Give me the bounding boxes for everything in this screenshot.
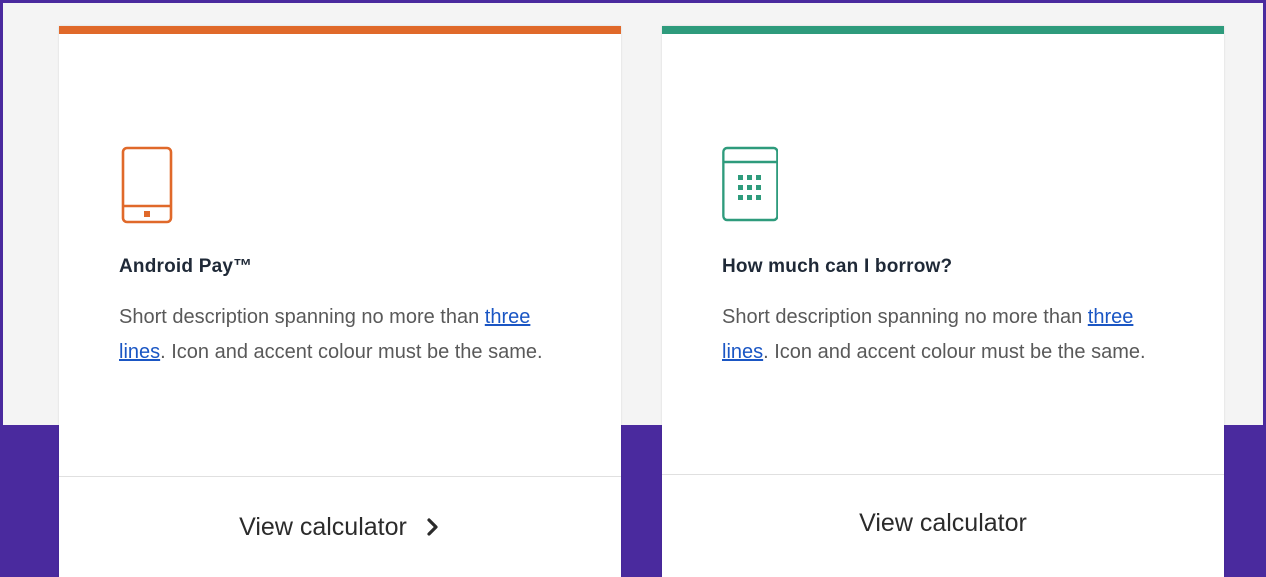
card-android-pay: Android Pay™ Short description spanning … bbox=[59, 26, 621, 577]
view-calculator-button[interactable]: View calculator bbox=[662, 475, 1224, 571]
view-calculator-label: View calculator bbox=[239, 512, 407, 541]
card-how-much-can-i-borrow: How much can I borrow? Short description… bbox=[662, 26, 1224, 577]
card-description: Short description spanning no more than … bbox=[722, 306, 1146, 363]
card-accent-bar bbox=[59, 26, 621, 34]
card-title: Android Pay™ bbox=[119, 256, 253, 277]
calculator-icon bbox=[722, 144, 779, 224]
chevron-right-icon bbox=[425, 518, 441, 536]
view-calculator-button[interactable]: View calculator bbox=[59, 477, 621, 577]
card-description: Short description spanning no more than … bbox=[119, 306, 543, 363]
card-title: How much can I borrow? bbox=[722, 256, 953, 277]
view-calculator-label: View calculator bbox=[859, 508, 1027, 537]
card-accent-bar bbox=[662, 26, 1224, 34]
tablet-icon bbox=[119, 146, 175, 226]
